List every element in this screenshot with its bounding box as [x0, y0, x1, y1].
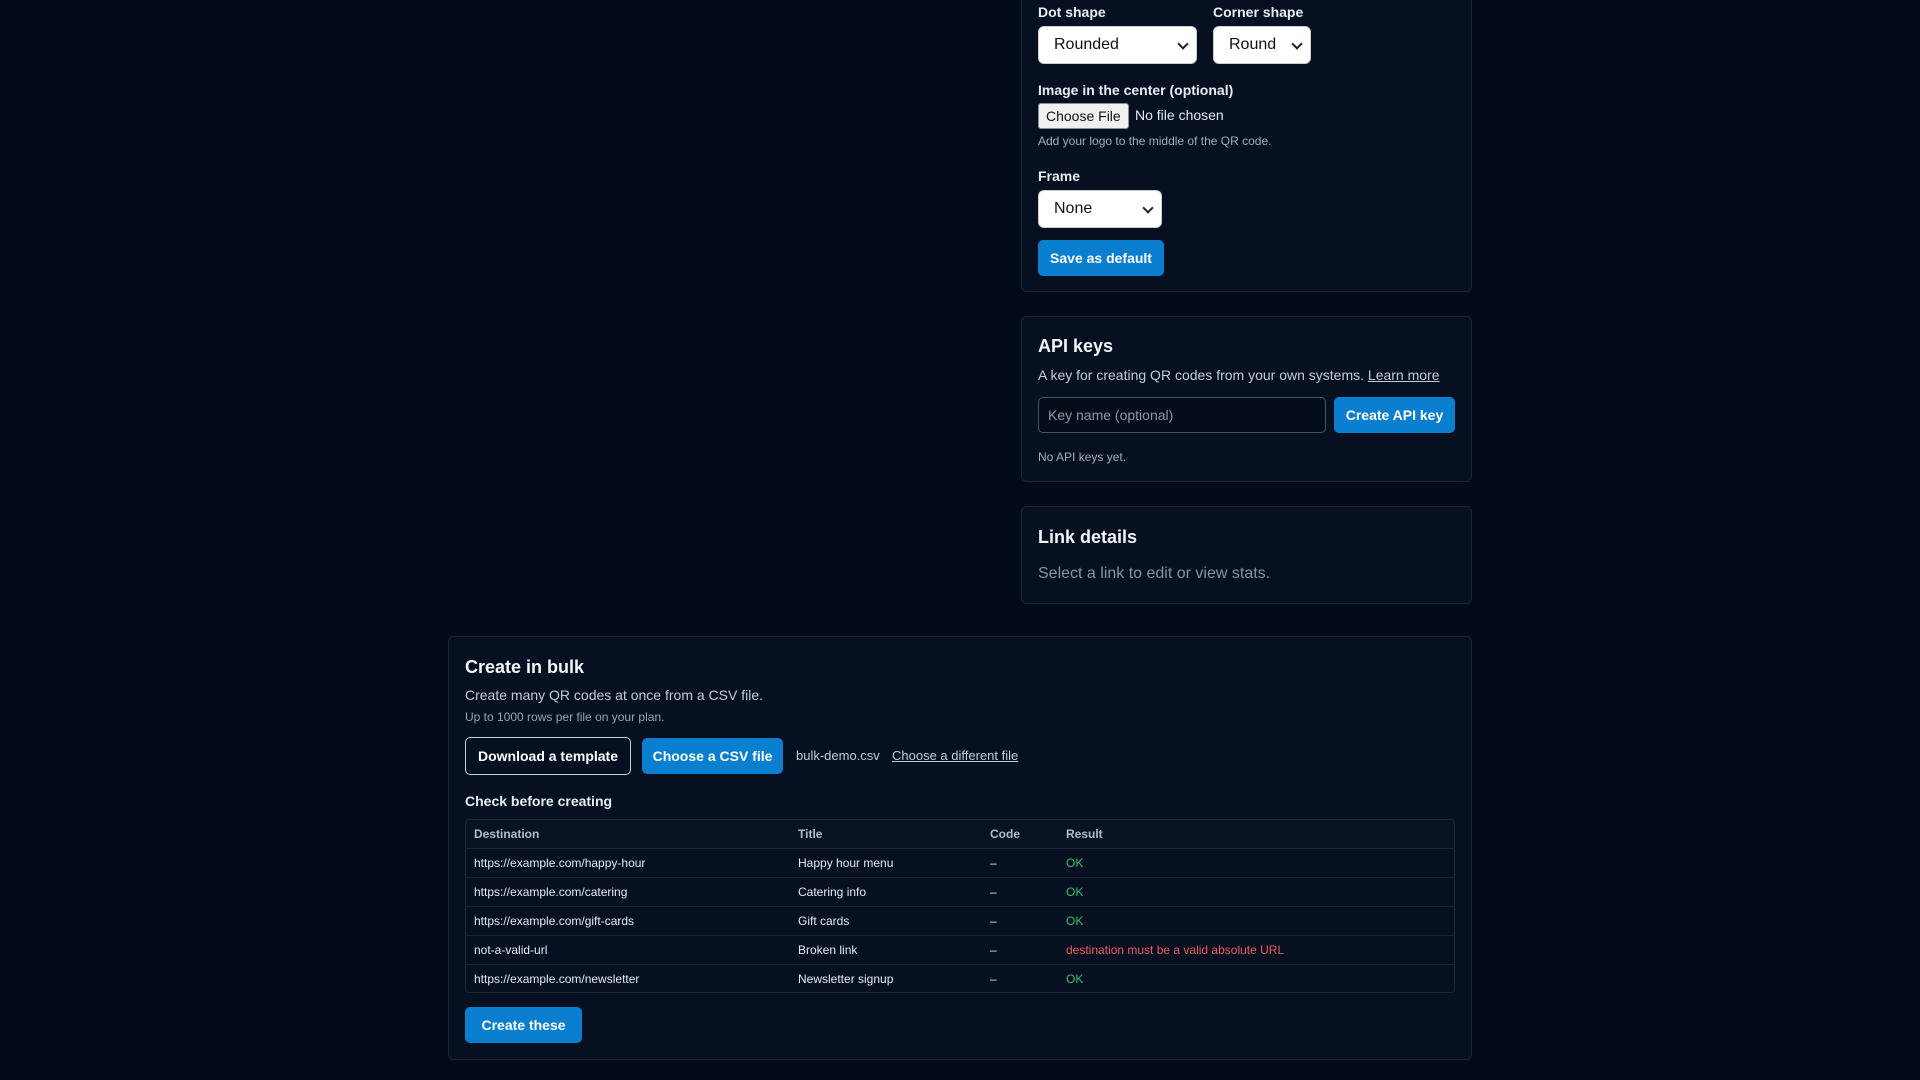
corner-shape-label: Corner shape [1213, 4, 1304, 20]
selected-file-name: bulk-demo.csv [796, 748, 880, 763]
save-default-button[interactable]: Save as default [1038, 240, 1164, 276]
dot-shape-value: Rounded [1054, 36, 1119, 53]
api-keys-card: API keys A key for creating QR codes fro… [1021, 316, 1472, 482]
chevron-down-icon [1291, 38, 1303, 50]
center-image-label: Image in the center (optional) [1038, 82, 1234, 98]
bulk-row-limit: Up to 1000 rows per file on your plan. [465, 710, 665, 724]
api-keys-description: A key for creating QR codes from your ow… [1038, 367, 1440, 383]
create-these-button[interactable]: Create these [465, 1007, 582, 1043]
table-row: not-a-valid-url Broken link – destinatio… [466, 935, 1454, 965]
check-before-creating-label: Check before creating [465, 793, 613, 809]
cell-code: – [990, 971, 997, 986]
file-status-text: No file chosen [1135, 107, 1224, 123]
dot-shape-select[interactable]: Rounded [1038, 26, 1197, 64]
cell-destination: https://example.com/gift-cards [466, 906, 790, 936]
change-file-link[interactable]: Choose a different file [892, 748, 1018, 763]
frame-select[interactable]: None [1038, 190, 1162, 228]
create-api-key-button[interactable]: Create API key [1334, 397, 1455, 433]
table-row: https://example.com/newsletter Newslette… [466, 964, 1454, 992]
column-header-code: Code [982, 820, 1058, 849]
column-header-title: Title [790, 820, 982, 849]
frame-label: Frame [1038, 168, 1081, 184]
table-row: https://example.com/gift-cards Gift card… [466, 906, 1454, 936]
cell-code: – [982, 906, 1058, 936]
key-name-input[interactable]: Key name (optional) [1038, 397, 1326, 433]
cell-destination: https://example.com/newsletter [474, 971, 640, 986]
cell-destination: https://example.com/happy-hour [466, 848, 790, 878]
cell-title: Gift cards [790, 906, 982, 936]
cell-title: Newsletter signup [798, 971, 894, 986]
bulk-create-card: Create in bulk Create many QR codes at o… [448, 636, 1472, 1060]
link-details-card: Link details Select a link to edit or vi… [1021, 506, 1472, 604]
cell-title: Happy hour menu [790, 848, 982, 878]
bulk-title: Create in bulk [465, 657, 585, 677]
table-row: https://example.com/happy-hour Happy hou… [466, 848, 1454, 878]
cell-result: OK [1058, 848, 1454, 878]
cell-result: OK [1058, 877, 1454, 907]
download-template-button[interactable]: Download a template [465, 737, 631, 775]
bulk-description: Create many QR codes at once from a CSV … [465, 687, 764, 703]
chevron-down-icon [1177, 38, 1189, 50]
choose-csv-button[interactable]: Choose a CSV file [642, 738, 783, 774]
cell-destination: not-a-valid-url [466, 935, 790, 965]
column-header-result: Result [1058, 820, 1454, 849]
cell-code: – [982, 935, 1058, 965]
choose-file-button[interactable]: Choose File [1038, 103, 1129, 129]
cell-title: Catering info [790, 877, 982, 907]
table-header-row: Destination Title Code Result [466, 820, 1454, 849]
api-keys-title: API keys [1038, 336, 1114, 356]
chevron-down-icon [1142, 202, 1154, 214]
cell-destination: https://example.com/catering [466, 877, 790, 907]
api-keys-description-text: A key for creating QR codes from your ow… [1038, 367, 1365, 383]
cell-code: – [982, 877, 1058, 907]
cell-result-error: destination must be a valid absolute URL [1058, 935, 1454, 965]
dot-shape-label: Dot shape [1038, 4, 1106, 20]
bulk-preview-table: Destination Title Code Result https://ex… [465, 819, 1455, 993]
corner-shape-select[interactable]: Round [1213, 26, 1311, 64]
cell-title: Broken link [790, 935, 982, 965]
link-details-title: Link details [1038, 527, 1138, 547]
frame-value: None [1054, 200, 1093, 217]
column-header-destination: Destination [466, 820, 790, 849]
no-api-keys-text: No API keys yet. [1038, 450, 1127, 464]
cell-result: OK [1058, 906, 1454, 936]
link-details-placeholder: Select a link to edit or view stats. [1038, 565, 1271, 582]
learn-more-link[interactable]: Learn more [1368, 367, 1440, 383]
cell-result: OK [1066, 971, 1084, 986]
qr-style-card: Dot shape Rounded Corner shape Round Ima… [1021, 0, 1472, 292]
table-row: https://example.com/catering Catering in… [466, 877, 1454, 907]
cell-code: – [982, 848, 1058, 878]
center-image-hint: Add your logo to the middle of the QR co… [1038, 134, 1272, 148]
corner-shape-value: Round [1229, 36, 1277, 53]
